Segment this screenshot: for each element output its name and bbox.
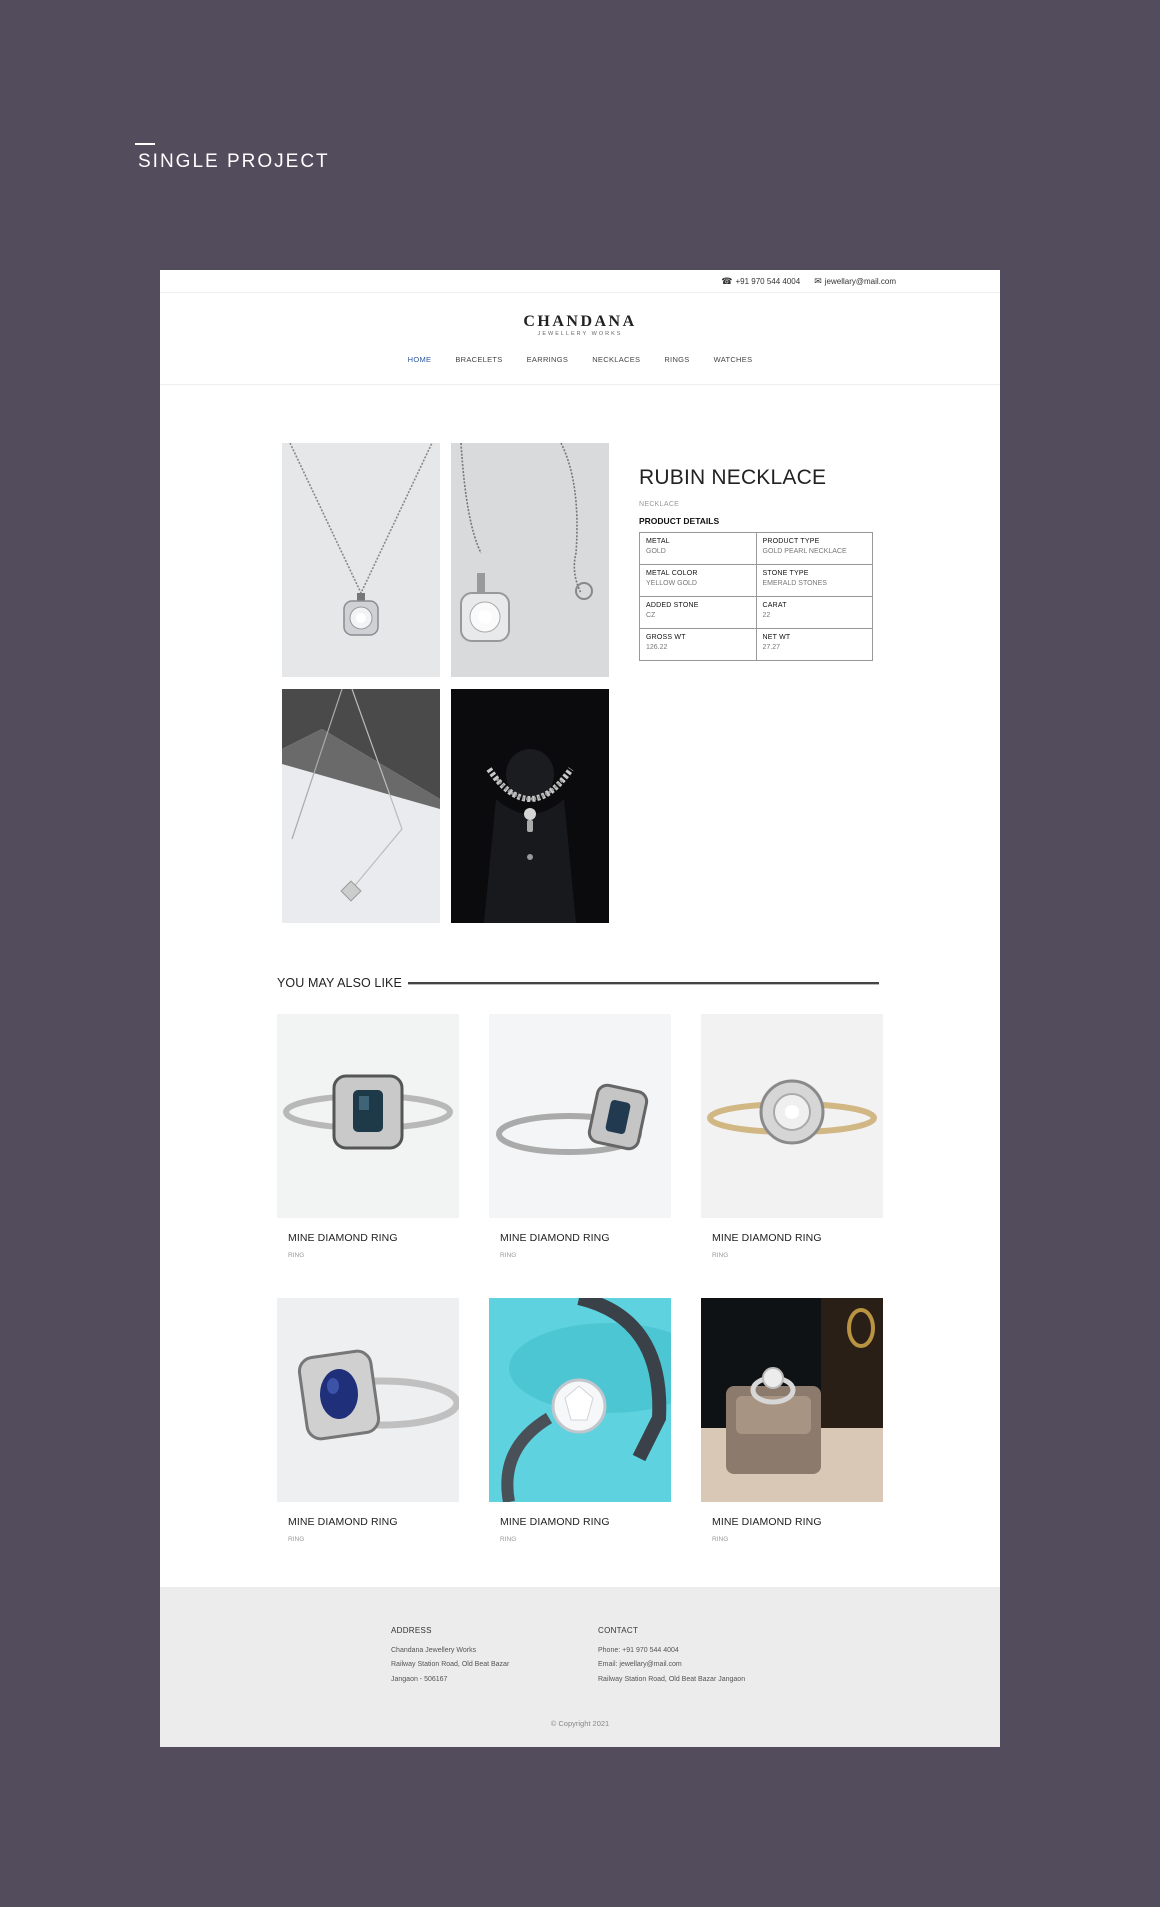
spec-row: ADDED STONE CZ CARAT 22 <box>639 596 873 629</box>
envelope-icon: ✉ <box>814 275 822 286</box>
spec-row: METAL GOLD PRODUCT TYPE GOLD PEARL NECKLAC… <box>639 532 873 565</box>
brand-tagline: JEWELLERY WORKS <box>537 331 623 337</box>
spec-value: EMERALD STONES <box>762 580 827 587</box>
footer-address-heading: ADDRESS <box>391 1626 432 1635</box>
footer-contact-phone[interactable]: Phone: +91 970 544 4004 <box>598 1644 745 1659</box>
spec-cell: ADDED STONE CZ <box>639 596 757 629</box>
ring-photo[interactable] <box>489 1014 671 1218</box>
footer-contact-heading: CONTACT <box>598 1626 639 1635</box>
spec-cell: METAL GOLD <box>639 532 757 565</box>
product-details-heading: PRODUCT DETAILS <box>639 516 720 526</box>
website-mockup: ☎ +91 970 544 4004 ✉ jewellary@mail.com … <box>160 270 1000 1747</box>
spec-cell: CARAT 22 <box>755 596 873 629</box>
spec-label: CARAT <box>762 602 787 609</box>
spec-value: GOLD <box>646 548 666 555</box>
spec-cell: STONE TYPE EMERALD STONES <box>755 564 873 597</box>
spec-cell: GROSS WT 126.22 <box>639 628 757 661</box>
related-card-category: RING <box>712 1536 729 1543</box>
related-card[interactable]: MINE DIAMOND RING RING <box>489 1298 671 1548</box>
related-card-category: RING <box>288 1252 305 1259</box>
topbar-phone-text: +91 970 544 4004 <box>735 276 801 286</box>
ring-photo[interactable] <box>489 1298 671 1502</box>
related-card-name: MINE DIAMOND RING <box>500 1516 610 1528</box>
ring-photo[interactable] <box>701 1014 883 1218</box>
related-card-category: RING <box>712 1252 729 1259</box>
top-contact-bar: ☎ +91 970 544 4004 ✉ jewellary@mail.com <box>160 270 1000 293</box>
heading-accent-dash <box>135 143 155 145</box>
footer-address-line: Railway Station Road, Old Beat Bazar <box>391 1661 510 1668</box>
related-card[interactable]: MINE DIAMOND RING RING <box>701 1014 883 1288</box>
spec-cell: PRODUCT TYPE GOLD PEARL NECKLACE <box>755 532 873 565</box>
footer-address-line: Jangaon - 506167 <box>391 1675 448 1683</box>
gallery-photo-1[interactable] <box>282 443 440 677</box>
related-card[interactable]: MINE DIAMOND RING RING <box>701 1298 883 1548</box>
product-spec-table: METAL GOLD PRODUCT TYPE GOLD PEARL NECKLAC… <box>639 532 873 661</box>
related-card-name: MINE DIAMOND RING <box>288 1516 398 1528</box>
spec-value: YELLOW GOLD <box>646 580 697 587</box>
spec-value: 126.22 <box>646 644 668 651</box>
topbar-phone[interactable]: ☎ +91 970 544 4004 <box>721 275 801 286</box>
site-header: CHANDANA JEWELLERY WORKS HOME BRACELETS … <box>160 293 1000 385</box>
spec-value: CZ <box>646 612 656 619</box>
related-card-name: MINE DIAMOND RING <box>712 1516 822 1528</box>
spec-row: GROSS WT 126.22 NET WT 27.27 <box>639 628 873 661</box>
related-card[interactable]: MINE DIAMOND RING RING <box>277 1298 459 1548</box>
product-info: RUBIN NECKLACE NECKLACE PRODUCT DETAILS … <box>639 466 879 661</box>
nav-necklaces[interactable]: NECKLACES <box>592 355 640 364</box>
footer-contact-address: Railway Station Road, Old Beat Bazar Jan… <box>598 1675 746 1683</box>
spec-value: 22 <box>762 612 771 619</box>
spec-label: METAL <box>646 538 670 545</box>
related-card[interactable]: MINE DIAMOND RING RING <box>489 1014 671 1288</box>
topbar-email[interactable]: ✉ jewellary@mail.com <box>814 275 896 286</box>
spec-label: METAL COLOR <box>646 570 698 577</box>
spec-value: 27.27 <box>762 644 781 651</box>
related-card-category: RING <box>500 1536 517 1543</box>
spec-label: STONE TYPE <box>762 570 809 577</box>
site-footer: ADDRESS Chandana Jewellery Works Railway… <box>160 1587 1000 1747</box>
related-products-grid: MINE DIAMOND RING RING MINE DIAMOND RING… <box>277 1014 883 1548</box>
related-title: YOU MAY ALSO LIKE <box>277 976 402 990</box>
product-category[interactable]: NECKLACE <box>639 501 879 508</box>
footer-contact-email[interactable]: Email: jewellary@mail.com <box>598 1658 745 1673</box>
gallery-photo-4[interactable] <box>451 689 609 923</box>
related-card-category: RING <box>288 1536 305 1543</box>
spec-label: NET WT <box>762 634 791 641</box>
spec-cell: NET WT 27.27 <box>755 628 873 661</box>
main-nav: HOME BRACELETS EARRINGS NECKLACES RINGS … <box>160 355 1000 364</box>
spec-label: PRODUCT TYPE <box>762 538 820 545</box>
nav-rings[interactable]: RINGS <box>664 355 689 364</box>
page-title: SINGLE PROJECT <box>138 151 330 172</box>
ring-photo[interactable] <box>277 1014 459 1218</box>
topbar-email-text: jewellary@mail.com <box>824 276 896 286</box>
spec-label: ADDED STONE <box>646 602 699 609</box>
spec-row: METAL COLOR YELLOW GOLD STONE TYPE EMERALD… <box>639 564 873 597</box>
footer-address: ADDRESS Chandana Jewellery Works Railway… <box>391 1624 509 1687</box>
brand-logo[interactable]: CHANDANA <box>160 313 1000 331</box>
footer-contact: CONTACT Phone: +91 970 544 4004 Email: j… <box>598 1624 745 1687</box>
nav-earrings[interactable]: EARRINGS <box>527 355 569 364</box>
spec-label: GROSS WT <box>646 634 686 641</box>
product-gallery <box>282 443 609 923</box>
ring-photo[interactable] <box>277 1298 459 1502</box>
nav-bracelets[interactable]: BRACELETS <box>455 355 502 364</box>
related-card[interactable]: MINE DIAMOND RING RING <box>277 1014 459 1288</box>
spec-value: GOLD PEARL NECKLACE <box>762 548 847 555</box>
related-card-name: MINE DIAMOND RING <box>288 1232 398 1244</box>
spec-cell: METAL COLOR YELLOW GOLD <box>639 564 757 597</box>
related-card-name: MINE DIAMOND RING <box>712 1232 822 1244</box>
phone-icon: ☎ <box>721 275 733 286</box>
nav-watches[interactable]: WATCHES <box>714 355 753 364</box>
related-divider <box>407 981 879 985</box>
nav-home[interactable]: HOME <box>408 355 432 364</box>
related-card-name: MINE DIAMOND RING <box>500 1232 610 1244</box>
footer-address-line: Chandana Jewellery Works <box>391 1646 477 1654</box>
ring-photo[interactable] <box>701 1298 883 1502</box>
product-title: RUBIN NECKLACE <box>639 466 827 489</box>
gallery-photo-3[interactable] <box>282 689 440 923</box>
related-section-header: YOU MAY ALSO LIKE <box>277 976 879 990</box>
related-card-category: RING <box>500 1252 517 1259</box>
copyright-text: © Copyright 2021 <box>550 1719 610 1728</box>
gallery-photo-2[interactable] <box>451 443 609 677</box>
